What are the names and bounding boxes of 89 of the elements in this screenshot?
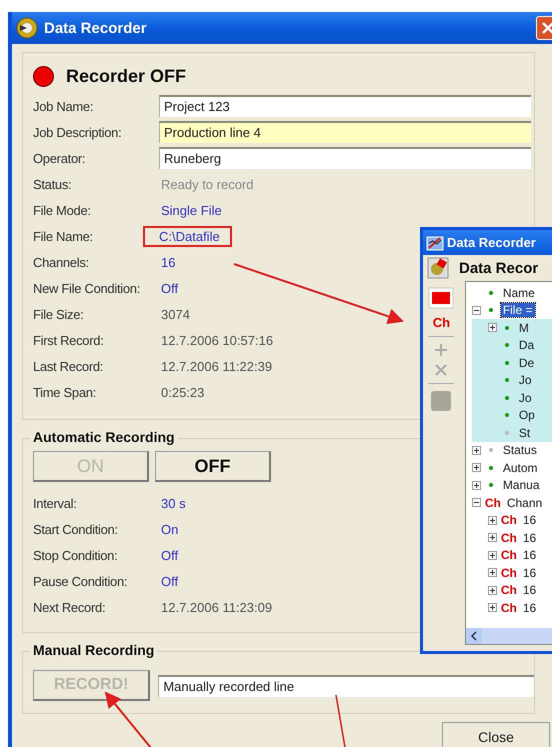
channel-label: Ch (500, 513, 517, 528)
collapse-icon[interactable] (472, 498, 481, 508)
tree-item[interactable]: De (516, 356, 536, 370)
info-label: Interval: (33, 496, 78, 510)
record-tool-icon[interactable] (428, 287, 454, 309)
tree-item[interactable]: Op (516, 408, 537, 422)
info-value: 12.7.2006 11:22:39 (160, 358, 274, 374)
text-field[interactable]: Runeberg (159, 147, 531, 169)
recorder-status: Recorder OFF (66, 66, 186, 86)
info-label: Start Condition: (33, 522, 119, 536)
channel-tool[interactable]: Ch (432, 315, 450, 330)
expand-icon[interactable] (488, 323, 497, 332)
panel-heading: Data Recor (459, 260, 538, 276)
info-label: File Mode: (33, 202, 92, 218)
window-title: Data Recorder (447, 235, 536, 250)
close-button[interactable]: Close (442, 722, 550, 747)
tree-item[interactable]: 16 (520, 513, 538, 528)
tree-item[interactable]: 16 (520, 548, 538, 562)
info-label: File Name: (33, 228, 94, 244)
text-field[interactable]: Project 123 (159, 95, 531, 117)
info-value: 3074 (160, 306, 191, 322)
tree-item[interactable]: Jo (516, 373, 534, 388)
info-label: File Size: (33, 306, 84, 322)
recorder-icon[interactable] (427, 257, 449, 279)
scroll-left-icon[interactable] (466, 628, 482, 644)
info-value: 12.7.2006 11:23:09 (160, 598, 274, 616)
field-label: Job Description: (33, 124, 122, 140)
disc-icon (16, 17, 38, 39)
info-value: Single File (160, 202, 223, 218)
channel-label: Ch (500, 600, 517, 615)
tree-item[interactable]: 16 (520, 583, 538, 598)
window-title: Data Recorder (44, 20, 148, 36)
collapse-icon[interactable] (472, 306, 481, 315)
info-label: Time Span: (33, 384, 97, 400)
group-title: Automatic Recording (30, 429, 178, 445)
expand-icon[interactable] (488, 550, 497, 560)
expand-icon[interactable] (488, 533, 497, 542)
channel-label: Ch (500, 530, 517, 545)
info-value: 12.7.2006 10:57:16 (160, 332, 274, 348)
info-label: Stop Condition: (33, 548, 118, 562)
info-value: On (160, 520, 180, 538)
info-value: 16 (160, 254, 176, 270)
tree-item[interactable]: Jo (516, 390, 534, 405)
tree-item[interactable]: 16 (520, 530, 538, 545)
expand-icon[interactable] (488, 603, 497, 612)
tree-item[interactable]: Name (500, 286, 537, 300)
channel-label: Ch (500, 566, 517, 580)
info-label: Pause Condition: (33, 574, 128, 588)
info-value: Ready to record (160, 176, 254, 192)
horizontal-scrollbar[interactable] (466, 628, 552, 644)
info-label: First Record: (33, 332, 105, 348)
toggle-button[interactable]: OFF (155, 451, 271, 482)
tree-item[interactable]: Chann (504, 496, 544, 510)
tree-item[interactable]: File = (500, 303, 534, 318)
tree-item[interactable]: St (516, 426, 532, 440)
tree-item[interactable]: Manua (500, 478, 542, 492)
tree-item[interactable]: Status (500, 443, 539, 458)
info-label: Last Record: (33, 358, 104, 374)
info-value: Off (160, 546, 180, 564)
channel-label: Ch (500, 583, 517, 598)
tree-item[interactable]: 16 (520, 600, 538, 615)
field-label: Operator: (33, 150, 86, 166)
info-label: Next Record: (33, 600, 106, 614)
text-field[interactable]: Production line 4 (159, 121, 531, 143)
info-value: 30 s (160, 494, 187, 512)
channel-label: Ch (484, 496, 501, 510)
info-value: Off (160, 280, 180, 296)
expand-icon[interactable] (472, 480, 481, 490)
group-title: Manual Recording (30, 642, 158, 658)
expand-icon[interactable] (488, 568, 497, 578)
expand-icon[interactable] (488, 586, 497, 595)
info-value: C:\Datafile (145, 228, 230, 244)
leader-line (335, 694, 348, 747)
info-value: 0:25:23 (160, 384, 206, 400)
tree-item[interactable]: Autom (500, 460, 540, 475)
info-value: Off (160, 572, 180, 590)
expand-icon[interactable] (488, 516, 497, 525)
tree-item[interactable]: Da (516, 338, 536, 352)
text-field[interactable]: Manually recorded line (158, 674, 534, 696)
channel-label: Ch (500, 548, 517, 562)
tree-item[interactable]: M (516, 320, 531, 335)
info-label: Status: (33, 176, 72, 192)
info-label: Channels: (33, 254, 90, 270)
expand-icon[interactable] (472, 446, 481, 455)
info-label: New File Condition: (33, 280, 142, 296)
chart-icon (426, 234, 444, 250)
expand-icon[interactable] (472, 463, 481, 472)
field-label: Job Name: (33, 98, 94, 114)
tree-item[interactable]: 16 (520, 566, 538, 580)
